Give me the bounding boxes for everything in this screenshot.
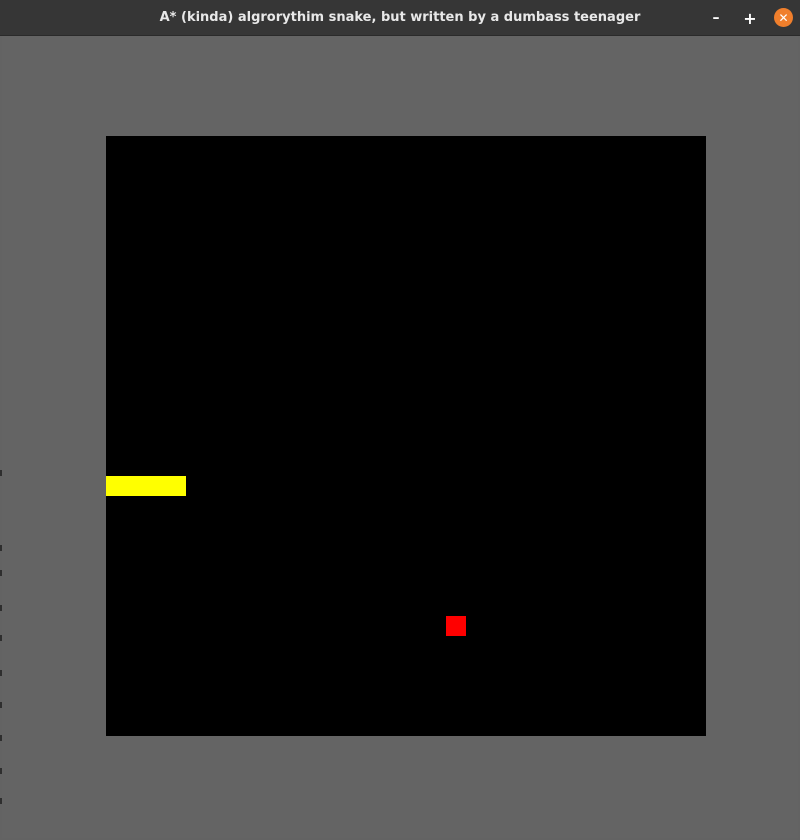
- window-edge-ticks: [0, 470, 3, 810]
- edge-tick: [0, 635, 2, 641]
- food-pellet: [446, 616, 466, 636]
- game-window: A* (kinda) algrorythim snake, but writte…: [0, 0, 800, 840]
- minimize-icon: –: [712, 10, 720, 26]
- edge-tick: [0, 570, 2, 576]
- close-button[interactable]: ✕: [774, 8, 793, 27]
- edge-tick: [0, 702, 2, 708]
- snake-segment: [146, 476, 166, 496]
- edge-tick: [0, 605, 2, 611]
- maximize-icon: +: [743, 8, 757, 28]
- close-icon: ✕: [778, 10, 789, 25]
- snake-segment: [126, 476, 146, 496]
- minimize-button[interactable]: –: [706, 8, 726, 28]
- game-board: [106, 136, 706, 736]
- title-bar[interactable]: A* (kinda) algrorythim snake, but writte…: [0, 0, 800, 36]
- edge-tick: [0, 735, 2, 741]
- snake-segment: [106, 476, 126, 496]
- maximize-button[interactable]: +: [740, 8, 760, 28]
- edge-tick: [0, 545, 2, 551]
- window-title: A* (kinda) algrorythim snake, but writte…: [159, 10, 641, 25]
- snake-head: [166, 476, 186, 496]
- edge-tick: [0, 670, 2, 676]
- edge-tick: [0, 798, 2, 804]
- edge-tick: [0, 470, 2, 476]
- edge-tick: [0, 768, 2, 774]
